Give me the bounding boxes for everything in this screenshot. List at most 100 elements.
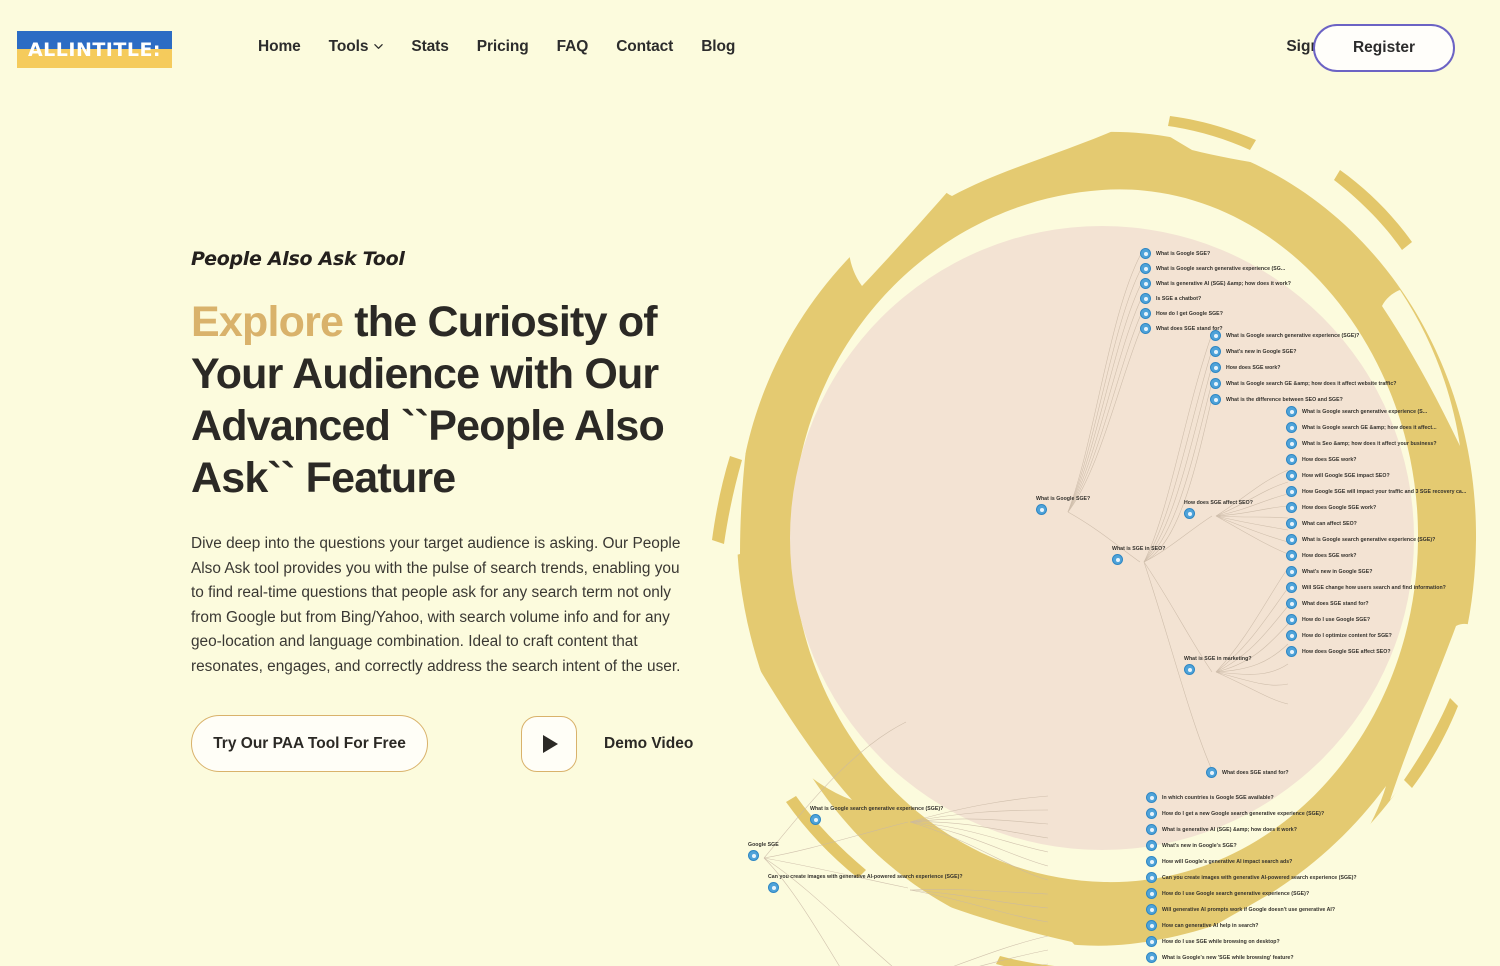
mindmap-node-icon xyxy=(1286,502,1297,513)
mindmap-node-label: How can generative AI help in search? xyxy=(1162,922,1259,929)
mindmap-leaf-node[interactable]: How do I get a new Google search generat… xyxy=(1146,808,1324,819)
mindmap-node-icon xyxy=(1286,566,1297,577)
mindmap-node-icon xyxy=(1140,323,1151,334)
mindmap-root-node[interactable]: Google SGE xyxy=(748,842,779,861)
mindmap-leaf-node[interactable]: How does SGE work? xyxy=(1210,362,1281,373)
mindmap-node-icon xyxy=(1146,904,1157,915)
page-title: Explore the Curiosity of Your Audience w… xyxy=(191,296,711,504)
play-button[interactable] xyxy=(521,715,577,772)
mindmap-leaf-node[interactable]: What is Google search generative experie… xyxy=(1140,263,1285,274)
mindmap-node-label: What does SGE stand for? xyxy=(1302,600,1369,607)
mindmap-node-label: Can you create images with generative AI… xyxy=(1162,874,1357,881)
mindmap-leaf-node[interactable]: What is Google search generative experie… xyxy=(1210,330,1359,341)
mindmap-node-icon xyxy=(1146,808,1157,819)
mindmap-leaf-node[interactable]: What is Google's new 'SGE while browsing… xyxy=(1146,952,1294,963)
mindmap-leaf-node[interactable]: How do I get Google SGE? xyxy=(1140,308,1223,319)
mindmap-node-label: How does SGE work? xyxy=(1226,364,1281,371)
mindmap-branch-node[interactable]: Can you create images with generative AI… xyxy=(768,874,963,893)
mindmap-node-icon xyxy=(1286,550,1297,561)
mindmap-node-label: How does Google SGE affect SEO? xyxy=(1302,648,1391,655)
mindmap-node-label: What is the difference between SEO and S… xyxy=(1226,396,1343,403)
mindmap-leaf-node[interactable]: What is Google search generative experie… xyxy=(1286,534,1435,545)
mindmap-node-label: What is SGE in marketing? xyxy=(1184,656,1252,662)
mindmap-leaf-node[interactable]: What is generative AI (SGE) &amp; how do… xyxy=(1146,824,1297,835)
mindmap-leaf-node[interactable]: What's new in Google SGE? xyxy=(1286,566,1373,577)
nav-label-pricing: Pricing xyxy=(476,38,529,55)
mindmap-leaf-node[interactable]: What does SGE stand for? xyxy=(1286,598,1369,609)
nav-item-faq[interactable]: FAQ xyxy=(557,38,589,56)
nav-item-stats[interactable]: Stats xyxy=(411,38,449,56)
site-logo[interactable]: ALLINTITLE: xyxy=(17,31,172,68)
mindmap-leaf-node[interactable]: How Google SGE will impact your traffic … xyxy=(1286,486,1466,497)
mindmap-leaf-node[interactable]: What's new in Google SGE? xyxy=(1210,346,1297,357)
mindmap-leaf-node[interactable]: What is Google search generative experie… xyxy=(1286,406,1427,417)
mindmap-node-label: How does SGE work? xyxy=(1302,552,1357,559)
mindmap-leaf-node[interactable]: Will generative AI prompts work if Googl… xyxy=(1146,904,1335,915)
nav-label-tools: Tools xyxy=(328,38,369,55)
mindmap-leaf-node[interactable]: How will Google's generative AI impact s… xyxy=(1146,856,1292,867)
mindmap-node-icon xyxy=(1146,792,1157,803)
mindmap-node-label: Will SGE change how users search and fin… xyxy=(1302,584,1446,591)
mindmap-node-label: Will generative AI prompts work if Googl… xyxy=(1162,906,1336,913)
mindmap-leaf-node[interactable]: How do I use Google search generative ex… xyxy=(1146,888,1309,899)
mindmap-node-icon xyxy=(1146,840,1157,851)
mindmap-branch-node[interactable]: What is SGE in SEO? xyxy=(1112,546,1165,565)
mindmap-branch-node[interactable]: What is Google search generative experie… xyxy=(810,806,943,825)
paa-mindmap: What is Google SGE? What is SGE in SEO? … xyxy=(700,110,1500,966)
mindmap-leaf-node[interactable]: How do I use Google SGE? xyxy=(1286,614,1370,625)
mindmap-leaf-node[interactable]: How does Google SGE work? xyxy=(1286,502,1376,513)
mindmap-branch-node[interactable]: What is SGE in marketing? xyxy=(1184,656,1252,675)
mindmap-leaf-node[interactable]: How does SGE work? xyxy=(1286,550,1357,561)
nav-item-contact[interactable]: Contact xyxy=(616,38,673,56)
mindmap-branch-node[interactable]: What is Google SGE? xyxy=(1036,496,1090,515)
mindmap-leaf-node[interactable]: In which countries is Google SGE availab… xyxy=(1146,792,1274,803)
mindmap-leaf-node[interactable]: What is Google search GE &amp; how does … xyxy=(1286,422,1437,433)
mindmap-node-icon xyxy=(1146,856,1157,867)
mindmap-leaf-node[interactable]: Will SGE change how users search and fin… xyxy=(1286,582,1446,593)
mindmap-leaf-node[interactable]: Is SGE a chatbot? xyxy=(1140,293,1201,304)
demo-video-label[interactable]: Demo Video xyxy=(604,735,693,753)
mindmap-node-icon xyxy=(1036,504,1047,515)
mindmap-branch-node[interactable]: How does SGE affect SEO? xyxy=(1184,500,1253,519)
hero-visual: What is Google SGE? What is SGE in SEO? … xyxy=(700,110,1500,966)
mindmap-node-label: How do I get Google SGE? xyxy=(1156,310,1223,317)
nav-item-pricing[interactable]: Pricing xyxy=(477,38,529,56)
mindmap-leaf-node[interactable]: Can you create images with generative AI… xyxy=(1146,872,1357,883)
mindmap-leaf-node[interactable]: What does SGE stand for? xyxy=(1206,767,1289,778)
mindmap-node-label: What's new in Google SGE? xyxy=(1226,348,1297,355)
mindmap-node-icon xyxy=(748,850,759,861)
nav-label-faq: FAQ xyxy=(556,38,589,55)
register-button[interactable]: Register xyxy=(1313,24,1455,72)
mindmap-node-icon xyxy=(768,882,779,893)
mindmap-leaf-node[interactable]: What's new in Google's SGE? xyxy=(1146,840,1237,851)
nav-item-tools[interactable]: Tools xyxy=(329,38,384,56)
mindmap-node-label: Google SGE xyxy=(748,842,779,848)
nav-item-blog[interactable]: Blog xyxy=(701,38,735,56)
mindmap-leaf-node[interactable]: What is Google SGE? xyxy=(1140,248,1210,259)
mindmap-node-icon xyxy=(1146,936,1157,947)
mindmap-leaf-node[interactable]: How will Google SGE impact SEO? xyxy=(1286,470,1390,481)
mindmap-leaf-node[interactable]: What is Seo &amp; how does it affect you… xyxy=(1286,438,1437,449)
mindmap-node-icon xyxy=(1286,582,1297,593)
mindmap-node-label: What is Google search generative experie… xyxy=(1302,536,1436,543)
mindmap-leaf-node[interactable]: What is generative AI (SGE) &amp; how do… xyxy=(1140,278,1291,289)
mindmap-node-icon xyxy=(1286,470,1297,481)
nav-item-home[interactable]: Home xyxy=(258,38,301,56)
mindmap-node-label: Can you create images with generative AI… xyxy=(768,874,963,880)
mindmap-leaf-node[interactable]: How does Google SGE affect SEO? xyxy=(1286,646,1391,657)
try-paa-tool-button[interactable]: Try Our PAA Tool For Free xyxy=(191,715,428,772)
mindmap-node-label: What is Google search generative experie… xyxy=(1226,332,1360,339)
mindmap-leaf-node[interactable]: What is the difference between SEO and S… xyxy=(1210,394,1343,405)
mindmap-leaf-node[interactable]: What is Google search GE &amp; how does … xyxy=(1210,378,1396,389)
page-root: ALLINTITLE: Home Tools Stats Pricing FAQ xyxy=(0,0,1500,966)
mindmap-node-icon xyxy=(1146,952,1157,963)
mindmap-leaf-node[interactable]: What can affect SEO? xyxy=(1286,518,1357,529)
mindmap-leaf-node[interactable]: How do I optimize content for SGE? xyxy=(1286,630,1392,641)
mindmap-node-icon xyxy=(1206,767,1217,778)
mindmap-leaf-node[interactable]: How can generative AI help in search? xyxy=(1146,920,1259,931)
mindmap-leaf-node[interactable]: How does SGE work? xyxy=(1286,454,1357,465)
mindmap-leaf-node[interactable]: How do I use SGE while browsing on deskt… xyxy=(1146,936,1280,947)
mindmap-node-label: What is Google search generative experie… xyxy=(1302,408,1428,415)
mindmap-node-label: How do I use Google search generative ex… xyxy=(1162,890,1310,897)
mindmap-node-icon xyxy=(1286,486,1297,497)
